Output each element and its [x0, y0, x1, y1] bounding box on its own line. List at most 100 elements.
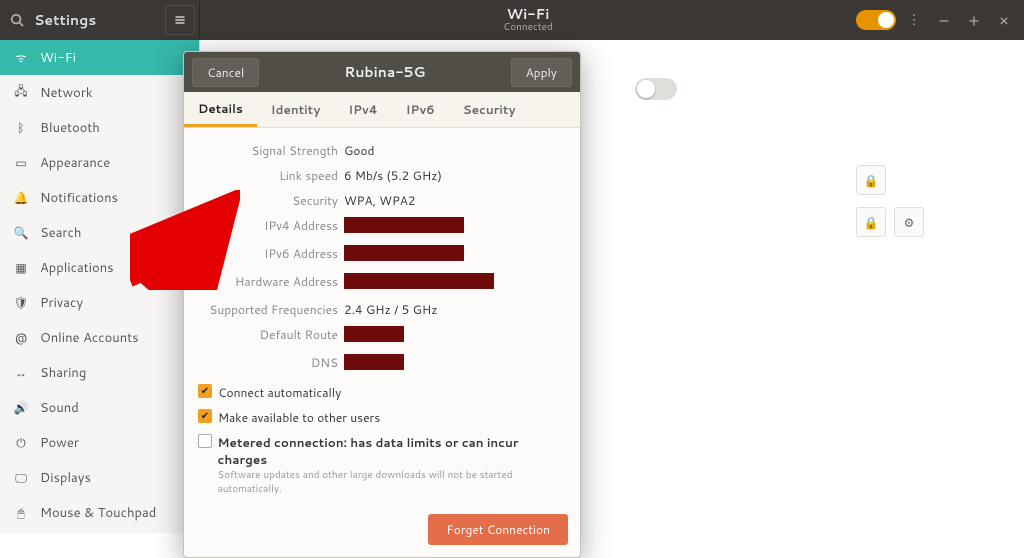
details-grid: Signal StrengthGoodLink speed6 Mb/s (5.2… — [184, 128, 580, 380]
wifi-icon: ᯤ — [14, 51, 28, 65]
metered-checkbox[interactable]: Metered connection: has data limits or c… — [198, 434, 566, 496]
sidebar-item-label: Bluetooth — [40, 119, 100, 137]
sidebar-item-notifications[interactable]: 🔔 Notifications — [0, 180, 199, 215]
appearance-icon: ▭ — [14, 156, 28, 170]
connect-auto-label: Connect automatically — [218, 384, 341, 401]
sidebar-item-applications[interactable]: ▦Applications› — [0, 250, 199, 285]
sidebar-item-label: Sound — [40, 399, 79, 417]
sidebar-item-wi-fi[interactable]: ᯤ Wi-Fi — [0, 40, 199, 75]
dialog-tabs: DetailsIdentityIPv4IPv6Security — [184, 92, 580, 128]
detail-label: DNS — [198, 354, 338, 374]
sidebar-item-appearance[interactable]: ▭ Appearance — [0, 145, 199, 180]
sidebar: ᯤ Wi-Fi 🖧 Network ᛒ Bluetooth ▭ Appearance 🔔 Noti… — [0, 40, 200, 533]
header-center: Wi-Fi Connected — [200, 7, 856, 33]
detail-value — [338, 245, 566, 265]
sidebar-item-label: Online Accounts — [40, 329, 139, 347]
lock-icon: 🔒 — [856, 207, 886, 237]
maximize-button[interactable]: + — [962, 8, 986, 32]
online-accounts-icon: @ — [14, 331, 28, 345]
app-title: Settings — [34, 10, 155, 30]
detail-label: Supported Frequencies — [198, 301, 338, 318]
detail-label: IPv6 Address — [198, 245, 338, 265]
detail-value: WPA, WPA2 — [338, 192, 566, 209]
network-icon: 🖧 — [14, 86, 28, 100]
dialog-header: Cancel Rubina-5G Apply — [184, 52, 580, 92]
sidebar-item-label: Applications — [40, 259, 114, 277]
check-icon: ✔ — [198, 384, 212, 398]
apps-icon: ▦ — [14, 261, 28, 275]
detail-value: 6 Mb/s (5.2 GHz) — [338, 167, 566, 184]
sidebar-item-network[interactable]: 🖧 Network — [0, 75, 199, 110]
network-details-dialog: Cancel Rubina-5G Apply DetailsIdentityIP… — [183, 51, 581, 558]
metered-label: Metered connection: has data limits or c… — [218, 434, 519, 468]
sidebar-item-label: Network — [40, 84, 93, 102]
network-rows: 🔒 🔒⚙ — [856, 165, 924, 237]
header-left: Settings — [0, 0, 200, 40]
power-icon: ⏻ — [14, 436, 28, 450]
sidebar-item-displays[interactable]: 🖵 Displays — [0, 460, 199, 495]
detail-label: Default Route — [198, 326, 338, 346]
sidebar-item-label: Mouse & Touchpad — [40, 504, 156, 522]
sidebar-item-mouse-touchpad[interactable]: 🖱 Mouse & Touchpad — [0, 495, 199, 530]
tab-ipv6[interactable]: IPv6 — [392, 92, 449, 127]
search-icon: 🔍 — [14, 226, 28, 240]
tab-security[interactable]: Security — [449, 92, 530, 127]
share-users-checkbox[interactable]: ✔ Make available to other users — [198, 409, 566, 426]
detail-label: Security — [198, 192, 338, 209]
options-section: ✔ Connect automatically ✔ Make available… — [184, 380, 580, 506]
detail-value: 2.4 GHz / 5 GHz — [338, 301, 566, 318]
sharing-icon: ↔ — [14, 366, 28, 380]
sidebar-item-online-accounts[interactable]: @ Online Accounts — [0, 320, 199, 355]
detail-value — [338, 273, 566, 293]
detail-value: Good — [338, 142, 566, 159]
close-button[interactable]: × — [992, 8, 1016, 32]
sidebar-item-bluetooth[interactable]: ᛒ Bluetooth — [0, 110, 199, 145]
sidebar-item-label: Sharing — [40, 364, 86, 382]
sidebar-item-label: Notifications — [40, 189, 118, 207]
connect-auto-checkbox[interactable]: ✔ Connect automatically — [198, 384, 566, 401]
tab-identity[interactable]: Identity — [257, 92, 335, 127]
gear-icon[interactable]: ⚙ — [894, 207, 924, 237]
sound-icon: 🔊 — [14, 401, 28, 415]
search-icon[interactable] — [10, 13, 24, 27]
check-icon: ✔ — [198, 409, 212, 423]
tab-ipv4[interactable]: IPv4 — [334, 92, 391, 127]
notifications-icon: 🔔 — [14, 191, 28, 205]
wifi-panel-toggle[interactable] — [635, 78, 677, 100]
sidebar-item-sound[interactable]: 🔊 Sound — [0, 390, 199, 425]
hamburger-button[interactable] — [165, 5, 195, 35]
displays-icon: 🖵 — [14, 471, 28, 485]
detail-label: Link speed — [198, 167, 338, 184]
privacy-icon: 🛡 — [14, 296, 28, 310]
detail-value — [338, 326, 566, 346]
sidebar-item-label: Search — [40, 224, 81, 242]
sidebar-item-privacy[interactable]: 🛡Privacy› — [0, 285, 199, 320]
header-right: ⋮ – + × — [856, 8, 1024, 32]
detail-label: Hardware Address — [198, 273, 338, 293]
sidebar-item-label: Displays — [40, 469, 91, 487]
sidebar-item-power[interactable]: ⏻ Power — [0, 425, 199, 460]
bluetooth-icon: ᛒ — [14, 121, 28, 135]
check-icon — [198, 434, 212, 448]
wifi-master-toggle[interactable] — [856, 10, 896, 30]
mouse-icon: 🖱 — [14, 506, 28, 520]
kebab-menu-icon[interactable]: ⋮ — [902, 8, 926, 32]
detail-label: IPv4 Address — [198, 217, 338, 237]
detail-value — [338, 217, 566, 237]
apply-button[interactable]: Apply — [511, 58, 572, 87]
header-bar: Settings Wi-Fi Connected ⋮ – + × — [0, 0, 1024, 40]
minimize-button[interactable]: – — [932, 8, 956, 32]
sidebar-item-sharing[interactable]: ↔ Sharing — [0, 355, 199, 390]
sidebar-item-label: Wi-Fi — [40, 49, 76, 67]
sidebar-item-label: Appearance — [40, 154, 110, 172]
tab-details[interactable]: Details — [184, 92, 257, 127]
forget-connection-button[interactable]: Forget Connection — [428, 514, 568, 545]
dialog-title: Rubina-5G — [259, 62, 510, 82]
sidebar-item-search[interactable]: 🔍 Search — [0, 215, 199, 250]
sidebar-item-label: Power — [40, 434, 79, 452]
detail-label: Signal Strength — [198, 142, 338, 159]
sidebar-item-label: Privacy — [40, 294, 83, 312]
detail-value — [338, 354, 566, 374]
cancel-button[interactable]: Cancel — [192, 58, 259, 87]
share-users-label: Make available to other users — [218, 409, 380, 426]
